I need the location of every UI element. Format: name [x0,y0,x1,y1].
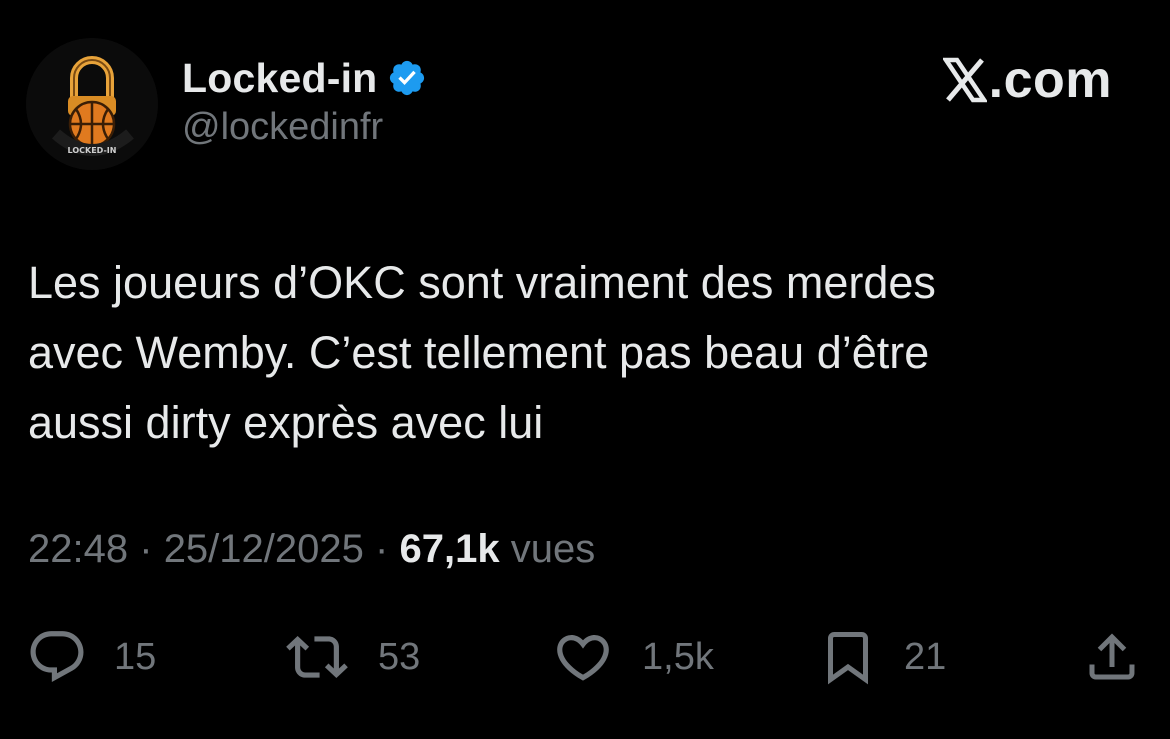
x-logo-icon [941,56,988,104]
bookmark-button[interactable]: 21 [818,622,946,692]
repost-count: 53 [378,635,421,678]
author-display-name[interactable]: Locked-in [182,55,377,102]
padlock-basketball-logo-icon: LOCKED-IN [26,38,158,170]
bookmark-count: 21 [904,635,947,678]
like-button[interactable]: 1,5k [550,622,714,692]
meta-separator: · [139,527,153,571]
author-info: Locked-in @lockedinfr [182,52,427,149]
avatar-logo-text: LOCKED-IN [68,146,117,155]
tweet-meta: 22:48 · 25/12/2025 · 67,1k vues [28,527,595,572]
comment-bubble-icon [30,631,84,683]
tweet-card: LOCKED-IN Locked-in @lockedinfr .com Les [0,0,1170,739]
tweet-date[interactable]: 25/12/2025 [164,527,364,571]
bookmark-icon [828,632,868,685]
tweet-text-line: aussi dirty exprès avec lui [28,397,544,448]
tweet-text-line: avec Wemby. C’est tellement pas beau d’ê… [28,327,930,378]
heart-icon [557,635,609,681]
reply-button[interactable]: 15 [26,622,156,692]
avatar[interactable]: LOCKED-IN [26,38,158,170]
site-logo-text: .com [988,51,1112,109]
tweet-text-line: Les joueurs d’OKC sont vraiment des merd… [28,257,936,308]
meta-separator: · [375,527,389,571]
share-button[interactable] [1082,622,1142,692]
views-label: vues [510,527,596,571]
like-count: 1,5k [642,635,714,678]
tweet-text: Les joueurs d’OKC sont vraiment des merd… [28,248,1138,458]
tweet-time[interactable]: 22:48 [28,527,128,571]
reply-count: 15 [114,635,157,678]
repost-button[interactable]: 53 [282,622,420,692]
repost-arrows-icon [286,636,348,678]
share-upload-icon [1089,633,1135,680]
x-com-logo: .com [941,50,1112,110]
author-name-row: Locked-in [182,52,427,104]
action-bar: 15 53 1,5k 21 [0,622,1170,692]
views-count: 67,1k [399,527,500,571]
verified-badge-icon[interactable] [387,58,427,98]
author-handle[interactable]: @lockedinfr [182,106,427,149]
